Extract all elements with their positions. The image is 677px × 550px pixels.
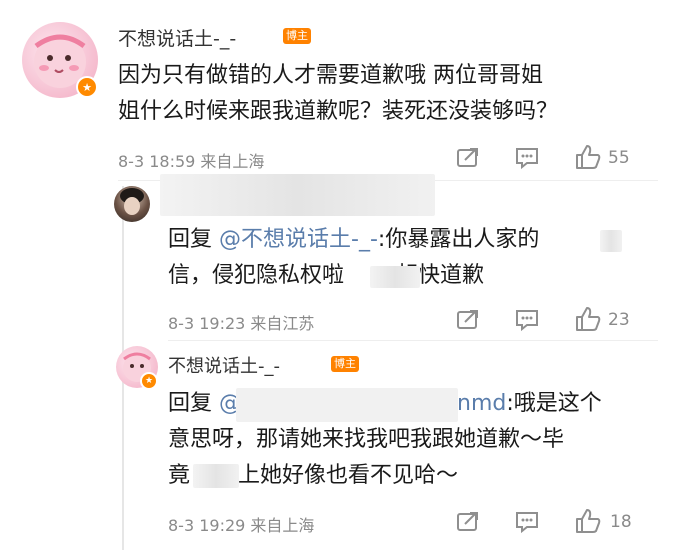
reply-text-line: 信，侵犯隐私权啦 赶快道歉 [168, 258, 484, 294]
reply-text: :哦是这个 [506, 391, 602, 416]
like-icon[interactable] [574, 306, 602, 332]
verified-star-icon: ★ [76, 76, 98, 98]
comment-icon[interactable] [514, 510, 540, 534]
like-count: 55 [608, 148, 630, 168]
comment-icon[interactable] [514, 146, 540, 170]
reply-text-line: 意思呀，那请她来找我吧我跟她道歉～毕 [168, 427, 565, 452]
like-count: 18 [610, 512, 632, 532]
redacted-text [193, 464, 239, 488]
author-tag: 博主 [331, 356, 359, 372]
reply-prefix: 回复 [168, 391, 213, 416]
avatar-image [120, 188, 144, 215]
comment-meta: 8-3 19:29 来自上海 [168, 516, 315, 535]
comment-meta: 8-3 18:59 来自上海 [118, 152, 265, 171]
verified-star-icon: ★ [140, 372, 158, 390]
like-icon[interactable] [574, 508, 602, 534]
reply-text: :你暴露出人家的 [377, 227, 540, 252]
reply-text: 信，侵犯隐私权啦 [168, 263, 345, 288]
avatar[interactable] [114, 186, 150, 222]
redacted-text [370, 266, 420, 288]
share-icon[interactable] [456, 510, 480, 532]
reply-prefix: 回复 [168, 227, 213, 252]
comment-icon[interactable] [514, 308, 540, 332]
comment-text-line: 因为只有做错的人才需要道歉哦 两位哥哥姐 [118, 63, 543, 88]
divider [168, 340, 658, 341]
like-count: 23 [608, 310, 630, 330]
mention-suffix: nmd [457, 391, 507, 416]
reply-text-line: 回复 @不想说话土-_-:你暴露出人家的 [168, 222, 539, 258]
reply-text: 竟 [168, 463, 191, 488]
like-icon[interactable] [574, 144, 602, 170]
share-icon[interactable] [456, 308, 480, 330]
redacted-username [160, 174, 435, 216]
mention-link[interactable]: @不想说话土-_- [219, 227, 378, 252]
share-icon[interactable] [456, 146, 480, 168]
reply-text: 上她好像也看不见哈～ [238, 463, 459, 488]
author-tag: 博主 [283, 28, 311, 44]
author-name[interactable]: 不想说话土-_- [168, 352, 280, 378]
redacted-mention [236, 388, 458, 422]
author-name[interactable]: 不想说话土-_- [118, 24, 236, 51]
comment-text-line: 姐什么时候来跟我道歉呢？装死还没装够吗？ [118, 99, 559, 124]
redacted-text [600, 230, 622, 252]
comment-meta: 8-3 19:23 来自江苏 [168, 314, 315, 333]
